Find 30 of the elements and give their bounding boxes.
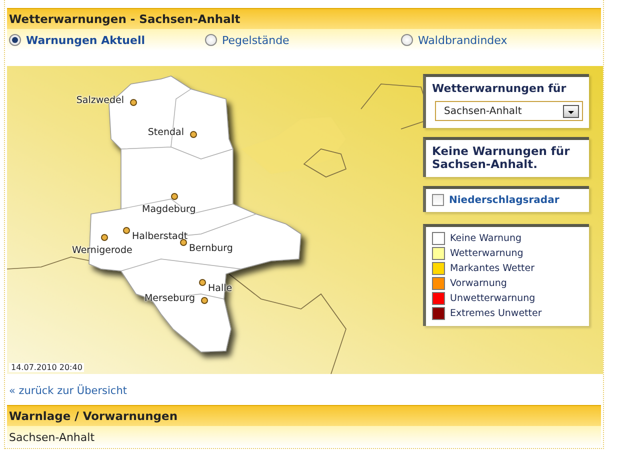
region-name: Sachsen-Anhalt: [9, 430, 95, 444]
city-label: Wernigerode: [72, 245, 132, 256]
panel-title: Wetterwarnungen für: [432, 82, 568, 95]
legend-label: Keine Warnung: [450, 233, 522, 244]
tab-label[interactable]: Pegelstände: [222, 34, 290, 46]
checkbox[interactable]: [432, 194, 444, 206]
city-label: Magdeburg: [142, 204, 196, 215]
legend-label: Vorwarnung: [450, 278, 507, 289]
legend-label: Markantes Wetter: [450, 263, 535, 274]
checkbox-label[interactable]: Niederschlagsradar: [449, 194, 560, 206]
section-title: Warnlage / Vorwarnungen: [7, 405, 601, 426]
legend-label: Wetterwarnung: [450, 248, 524, 259]
section-title: Wetterwarnungen - Sachsen-Anhalt: [7, 8, 601, 29]
back-link[interactable]: « zurück zur Übersicht: [9, 385, 127, 397]
city-label: Bernburg: [189, 243, 233, 254]
city-label: Merseburg: [144, 293, 195, 304]
legend-label: Unwetterwarnung: [450, 293, 536, 304]
region-dropdown[interactable]: Sachsen-Anhalt: [435, 101, 583, 121]
notice-text: Keine Warnungen für Sachsen-Anhalt.: [432, 145, 571, 171]
radio-button[interactable]: [205, 34, 217, 46]
radio-button[interactable]: [401, 34, 413, 46]
caret-icon[interactable]: [563, 104, 579, 118]
city-label: Halberstadt: [132, 231, 188, 242]
tab-label[interactable]: Waldbrandindex: [418, 34, 508, 46]
city-label: Stendal: [148, 127, 184, 138]
city-marker[interactable]: [180, 239, 187, 246]
tab-label[interactable]: Warnungen Aktuell: [26, 34, 145, 46]
legend-label: Extremes Unwetter: [450, 308, 542, 319]
radio-button[interactable]: [9, 34, 21, 46]
timestamp: 14.07.2010 20:40: [9, 363, 84, 372]
